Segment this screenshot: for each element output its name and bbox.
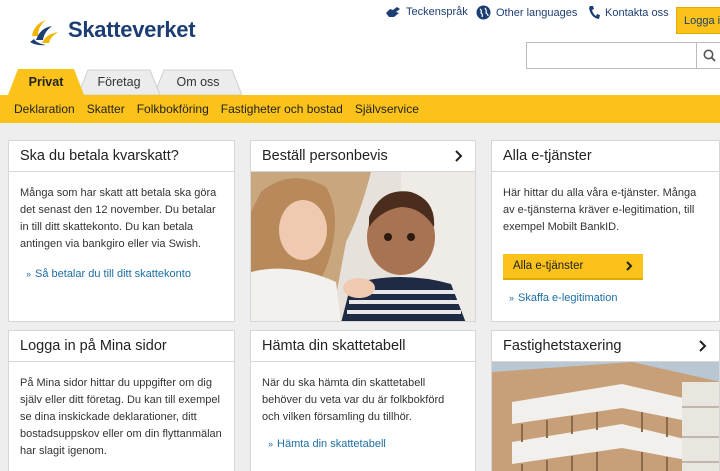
card-header: Ska du betala kvarskatt?	[9, 141, 234, 172]
card-title: Hämta din skattetabell	[262, 338, 406, 354]
link-bullet-icon: »	[26, 269, 32, 279]
card-mina-sidor: Logga in på Mina sidor På Mina sidor hit…	[8, 330, 235, 471]
get-tax-table-link[interactable]: » Hämta din skattetabell	[268, 436, 464, 453]
card-personbevis[interactable]: Beställ personbevis	[250, 140, 476, 322]
sign-language-link[interactable]: Teckenspråk	[385, 5, 468, 19]
subnav-folkbokforing[interactable]: Folkbokföring	[137, 102, 209, 116]
subnav-deklaration[interactable]: Deklaration	[14, 102, 75, 116]
skatteverket-logo[interactable]: Skatteverket	[26, 12, 196, 48]
search-button[interactable]	[696, 42, 720, 69]
card-header: Beställ personbevis	[251, 141, 475, 172]
search-input[interactable]	[526, 42, 696, 69]
card-title: Fastighetstaxering	[503, 338, 622, 354]
card-header: Hämta din skattetabell	[251, 331, 475, 362]
card-header: Logga in på Mina sidor	[9, 331, 234, 362]
subnav-sjalvservice[interactable]: Självservice	[355, 102, 419, 116]
main-tabs: Om oss Företag Privat	[0, 69, 720, 95]
card-title: Beställ personbevis	[262, 148, 388, 164]
card-body: När du ska hämta din skattetabell behöve…	[251, 362, 475, 453]
all-eservices-button[interactable]: Alla e-tjänster	[503, 254, 643, 280]
contact-link[interactable]: Kontakta oss	[588, 5, 669, 20]
get-eid-link[interactable]: » Skaffa e-legitimation	[509, 290, 708, 307]
mother-and-child-photo	[251, 172, 475, 321]
tab-foretag[interactable]: Företag	[78, 69, 160, 95]
apartment-building-photo	[492, 362, 719, 471]
phone-icon	[589, 6, 600, 19]
globe-icon	[476, 5, 491, 20]
card-title: Logga in på Mina sidor	[20, 338, 167, 354]
chevron-right-icon	[626, 261, 633, 271]
login-button[interactable]: Logga in	[676, 7, 720, 34]
card-text: Många som har skatt att betala ska göra …	[20, 187, 217, 250]
card-text: Här hittar du alla våra e-tjänster. Mång…	[503, 187, 697, 233]
chevron-right-icon	[455, 150, 463, 162]
crown-logo-icon	[30, 20, 58, 46]
other-languages-link[interactable]: Other languages	[476, 5, 577, 20]
subnav-skatter[interactable]: Skatter	[87, 102, 125, 116]
card-body: Här hittar du alla våra e-tjänster. Mång…	[492, 172, 719, 307]
card-kvarskatt: Ska du betala kvarskatt? Många som har s…	[8, 140, 235, 322]
logo-text: Skatteverket	[68, 17, 196, 42]
link-bullet-icon: »	[268, 439, 274, 449]
chevron-right-icon	[699, 340, 707, 352]
card-title: Ska du betala kvarskatt?	[20, 148, 179, 164]
card-header: Alla e-tjänster	[492, 141, 719, 172]
link-bullet-icon: »	[509, 293, 515, 303]
sub-navigation: Deklaration Skatter Folkbokföring Fastig…	[0, 95, 720, 123]
card-etjanster: Alla e-tjänster Här hittar du alla våra …	[491, 140, 720, 322]
card-body: På Mina sidor hittar du uppgifter om dig…	[9, 362, 234, 460]
card-header: Fastighetstaxering	[492, 331, 719, 362]
pay-tax-account-link[interactable]: » Så betalar du till ditt skattekonto	[26, 266, 223, 283]
tab-om-oss[interactable]: Om oss	[154, 69, 242, 95]
card-body: Många som har skatt att betala ska göra …	[9, 172, 234, 283]
card-text: På Mina sidor hittar du uppgifter om dig…	[20, 377, 222, 457]
card-text: När du ska hämta din skattetabell behöve…	[262, 377, 445, 423]
card-fastighetstaxering[interactable]: Fastighetstaxering	[491, 330, 720, 471]
subnav-fastigheter[interactable]: Fastigheter och bostad	[221, 102, 343, 116]
sign-language-icon	[386, 7, 400, 17]
card-skattetabell: Hämta din skattetabell När du ska hämta …	[250, 330, 476, 471]
card-title: Alla e-tjänster	[503, 148, 592, 164]
tab-privat[interactable]: Privat	[8, 69, 84, 95]
search-icon	[703, 49, 716, 62]
